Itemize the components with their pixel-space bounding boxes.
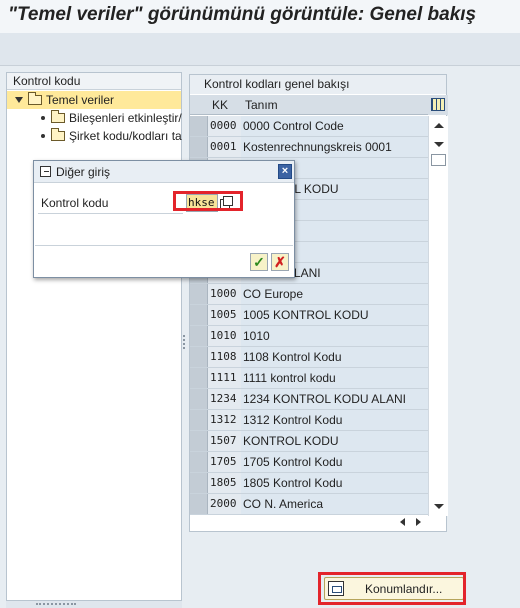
column-header-tanim[interactable]: Tanım	[245, 98, 278, 112]
cell-tanim: 1234 KONTROL KODU ALANI	[241, 389, 428, 409]
tree-horizontal-scrollbar[interactable]	[6, 600, 182, 608]
row-selector[interactable]	[190, 473, 208, 493]
toolbar	[0, 33, 520, 66]
cell-tanim: 1010	[241, 326, 428, 346]
cell-tanim: 1108 Kontrol Kodu	[241, 347, 428, 367]
table-panel: Kontrol kodları genel bakışı KK Tanım 00…	[189, 74, 448, 532]
scroll-left-icon[interactable]	[400, 518, 405, 526]
expand-triangle-icon[interactable]	[15, 97, 23, 103]
cell-kk: 1005	[208, 305, 241, 325]
row-selector[interactable]	[190, 452, 208, 472]
cell-tanim: 1805 Kontrol Kodu	[241, 473, 428, 493]
table-row[interactable]: 0001 Kostenrechnungskreis 0001	[190, 137, 428, 158]
cell-kk: 1010	[208, 326, 241, 346]
row-selector[interactable]	[190, 410, 208, 430]
label-underline	[38, 213, 183, 214]
folder-icon	[51, 128, 65, 141]
vertical-scrollbar[interactable]	[428, 116, 448, 516]
scroll-page-down-icon[interactable]	[434, 142, 444, 147]
scroll-right-icon[interactable]	[416, 518, 421, 526]
tree-item-label: Temel veriler	[46, 93, 115, 107]
cell-kk: 1312	[208, 410, 241, 430]
scroll-down-icon[interactable]	[434, 504, 444, 509]
cell-kk: 2000	[208, 494, 241, 514]
scroll-thumb[interactable]	[431, 154, 446, 166]
cell-kk: 1111	[208, 368, 241, 388]
table-horizontal-scrollbar[interactable]	[190, 515, 428, 529]
table-header: KK Tanım	[190, 95, 428, 115]
table-row[interactable]: 1005 1005 KONTROL KODU	[190, 305, 428, 326]
bullet-icon	[41, 116, 45, 120]
row-selector[interactable]	[190, 389, 208, 409]
bullet-icon	[41, 134, 45, 138]
table-row[interactable]: 2000 CO N. America	[190, 494, 428, 515]
table-row[interactable]: 1111 1111 kontrol kodu	[190, 368, 428, 389]
cell-tanim: 1705 Kontrol Kodu	[241, 452, 428, 472]
additional-entry-dialog: Diğer giriş × Kontrol kodu hkse ✓ ✗	[33, 160, 295, 278]
column-header-kk[interactable]: KK	[212, 98, 228, 112]
table-row[interactable]: 1705 1705 Kontrol Kodu	[190, 452, 428, 473]
panel-splitter-handle[interactable]	[183, 335, 186, 349]
control-code-label: Kontrol kodu	[41, 196, 109, 210]
cell-tanim: 1005 KONTROL KODU	[241, 305, 428, 325]
cell-tanim: 0000 Control Code	[241, 116, 428, 136]
cell-kk: 1805	[208, 473, 241, 493]
button-highlight-box	[318, 572, 466, 605]
scroll-up-icon[interactable]	[434, 123, 444, 128]
row-selector[interactable]	[190, 347, 208, 367]
table-row[interactable]: 1312 1312 Kontrol Kodu	[190, 410, 428, 431]
table-row[interactable]: 1010 1010	[190, 326, 428, 347]
cell-tanim: CO Europe	[241, 284, 428, 304]
table-row[interactable]: 1000 CO Europe	[190, 284, 428, 305]
tree-panel: Kontrol kodu Temel veriler Bileşenleri e…	[6, 72, 182, 608]
cell-kk: 0000	[208, 116, 241, 136]
row-selector[interactable]	[190, 326, 208, 346]
row-selector[interactable]	[190, 284, 208, 304]
cell-kk: 1000	[208, 284, 241, 304]
table-row[interactable]: 1805 1805 Kontrol Kodu	[190, 473, 428, 494]
cancel-button[interactable]: ✗	[271, 253, 289, 271]
close-button[interactable]: ×	[278, 164, 292, 179]
tree-header: Kontrol kodu	[7, 73, 181, 90]
row-selector[interactable]	[190, 305, 208, 325]
cell-tanim: KONTROL KODU	[241, 431, 428, 451]
table-row[interactable]: 0000 0000 Control Code	[190, 116, 428, 137]
column-config-button[interactable]	[428, 95, 448, 115]
scroll-thumb[interactable]	[36, 603, 76, 607]
title-bar: "Temel veriler" görünümünü görüntüle: Ge…	[0, 0, 520, 33]
confirm-button[interactable]: ✓	[250, 253, 268, 271]
table-row[interactable]: 1234 1234 KONTROL KODU ALANI	[190, 389, 428, 410]
table-row[interactable]: 1108 1108 Kontrol Kodu	[190, 347, 428, 368]
dialog-title: Diğer giriş	[56, 165, 111, 179]
folder-icon	[51, 110, 65, 123]
tree-item-sirket-kodu[interactable]: Şirket kodu/kodları ta	[7, 127, 182, 145]
row-selector[interactable]	[190, 116, 208, 136]
row-selector[interactable]	[190, 431, 208, 451]
dialog-window-icon	[40, 166, 51, 177]
row-selector[interactable]	[190, 494, 208, 514]
tree-item-label: Şirket kodu/kodları ta	[69, 129, 182, 143]
tree-item-label: Bileşenleri etkinleştir/	[69, 111, 182, 125]
input-highlight-box	[173, 191, 243, 211]
tree-item-temel-veriler[interactable]: Temel veriler	[7, 91, 181, 109]
cell-kk: 0001	[208, 137, 241, 157]
row-selector[interactable]	[190, 137, 208, 157]
cell-kk: 1507	[208, 431, 241, 451]
table-row[interactable]: 1507 KONTROL KODU	[190, 431, 428, 452]
dialog-title-bar: Diğer giriş ×	[34, 161, 294, 183]
dialog-divider	[35, 245, 293, 246]
cell-tanim: Kostenrechnungskreis 0001	[241, 137, 428, 157]
row-selector[interactable]	[190, 368, 208, 388]
page-title: "Temel veriler" görünümünü görüntüle: Ge…	[8, 4, 477, 25]
cell-tanim: 1312 Kontrol Kodu	[241, 410, 428, 430]
table-title: Kontrol kodları genel bakışı	[190, 75, 446, 94]
folder-open-icon	[28, 92, 42, 105]
table-settings-icon	[431, 98, 445, 111]
cell-tanim: 1111 kontrol kodu	[241, 368, 428, 388]
tree-item-bilesenleri[interactable]: Bileşenleri etkinleştir/	[7, 109, 182, 127]
cell-kk: 1234	[208, 389, 241, 409]
cell-kk: 1705	[208, 452, 241, 472]
cell-tanim: CO N. America	[241, 494, 428, 514]
cell-kk: 1108	[208, 347, 241, 367]
